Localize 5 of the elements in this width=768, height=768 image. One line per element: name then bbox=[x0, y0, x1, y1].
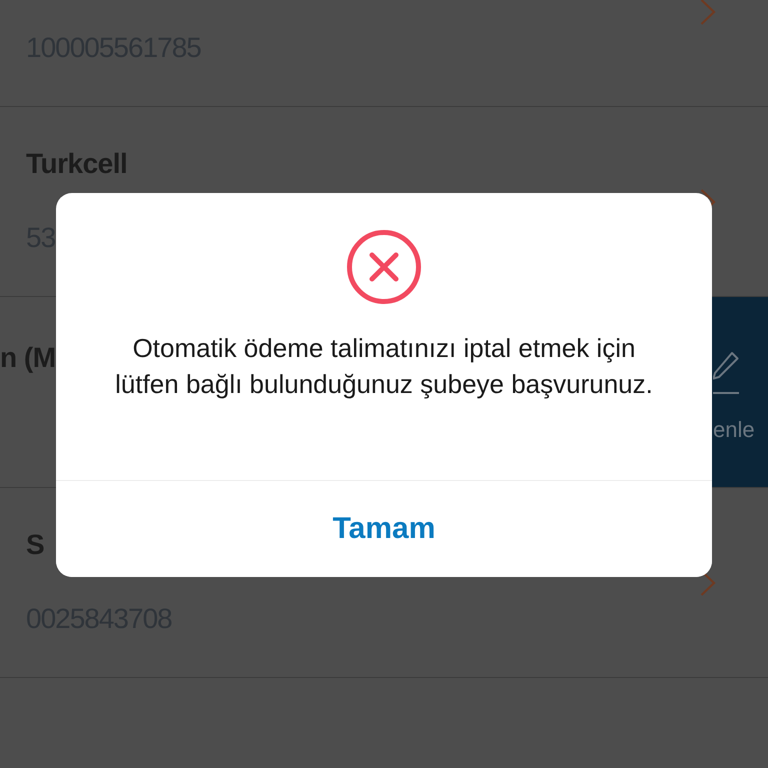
chevron-right-icon bbox=[700, 0, 716, 24]
pencil-icon bbox=[713, 351, 739, 395]
dialog-message: Otomatik ödeme talimatınızı iptal etmek için lütfen bağlı bulunduğunuz şubeye başvurunuz. bbox=[114, 332, 654, 401]
edit-action-button[interactable]: enle bbox=[712, 297, 768, 487]
x-circle-icon bbox=[347, 230, 421, 304]
